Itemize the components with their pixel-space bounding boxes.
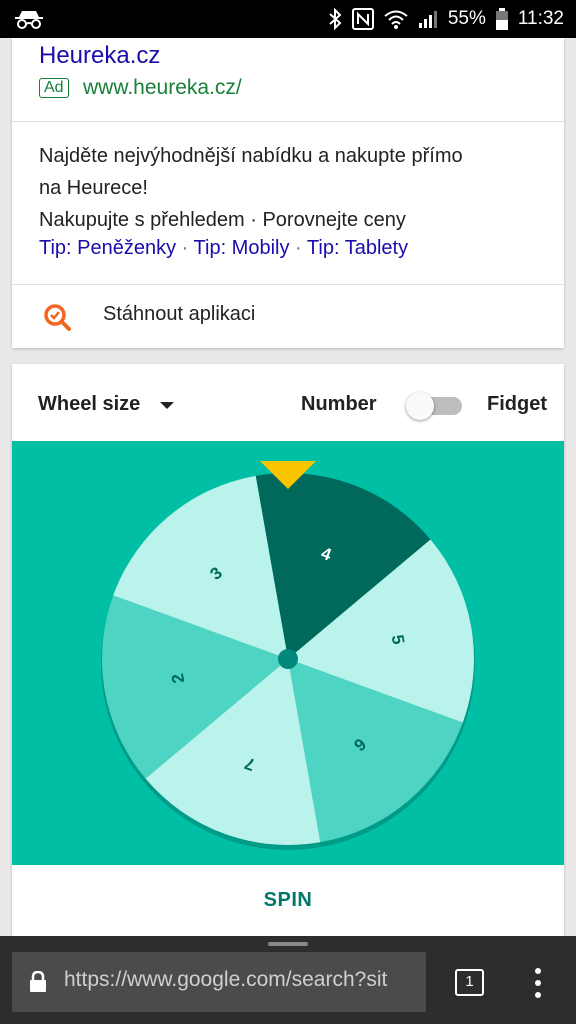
menu-dot <box>535 968 541 974</box>
link-separator: · <box>289 237 307 259</box>
wifi-icon <box>384 10 408 29</box>
address-bar[interactable]: https://www.google.com/search?sit <box>12 952 426 1012</box>
spinner-card: Wheel size Number Fidget 456723 SPIN <box>12 364 564 936</box>
signal-icon <box>418 11 437 28</box>
url-text: https://www.google.com/search?sit <box>64 968 388 991</box>
ad-badge: Ad <box>39 78 69 98</box>
dropdown-arrow-icon[interactable] <box>160 402 174 409</box>
overflow-menu-icon[interactable] <box>534 968 542 998</box>
mode-number-label: Number <box>301 393 377 415</box>
heureka-search-icon <box>44 304 71 331</box>
battery-icon <box>495 8 508 30</box>
wheel-hub <box>278 649 298 669</box>
spin-button[interactable]: SPIN <box>12 865 564 936</box>
spinner-controls: Wheel size Number Fidget <box>12 364 564 441</box>
ad-card: Heureka.cz Ad www.heureka.cz/ Najděte ne… <box>12 38 564 348</box>
link-separator: · <box>176 237 194 259</box>
ad-title-link[interactable]: Heureka.cz <box>39 42 160 70</box>
toggle-knob <box>406 392 434 420</box>
ad-description-line: na Heurece! <box>39 177 148 199</box>
ad-description: Najděte nejvýhodnější nabídku a nakupte … <box>39 140 539 236</box>
download-app-link[interactable]: Stáhnout aplikaci <box>12 285 564 347</box>
sitelink[interactable]: Tip: Peněženky <box>39 237 176 259</box>
bluetooth-icon <box>329 8 342 30</box>
menu-dot <box>535 980 541 986</box>
ad-display-url[interactable]: www.heureka.cz/ <box>83 76 242 100</box>
wheel-area: 456723 <box>12 441 564 865</box>
number-wheel[interactable]: 456723 <box>12 441 564 865</box>
sitelink[interactable]: Tip: Mobily <box>194 237 290 259</box>
wheel-size-dropdown[interactable]: Wheel size <box>38 393 140 416</box>
status-bar: 55% 11:32 <box>0 0 576 38</box>
ad-description-line: Najděte nejvýhodnější nabídku a nakupte … <box>39 145 463 167</box>
ad-sitelinks: Tip: Peněženky · Tip: Mobily · Tip: Tabl… <box>39 232 408 264</box>
download-app-label: Stáhnout aplikaci <box>103 303 256 325</box>
mode-fidget-label: Fidget <box>487 393 547 415</box>
lock-icon <box>30 971 46 992</box>
clock: 11:32 <box>517 8 564 29</box>
drag-handle[interactable] <box>268 942 308 946</box>
battery-percent: 55% <box>447 8 486 29</box>
browser-toolbar: https://www.google.com/search?sit 1 <box>0 936 576 1024</box>
incognito-icon <box>15 11 43 29</box>
menu-dot <box>535 992 541 998</box>
tab-switcher-button[interactable]: 1 <box>455 969 484 996</box>
mode-toggle[interactable] <box>406 392 462 420</box>
divider <box>12 121 564 122</box>
nfc-icon <box>351 8 374 30</box>
sitelink[interactable]: Tip: Tablety <box>307 237 408 259</box>
